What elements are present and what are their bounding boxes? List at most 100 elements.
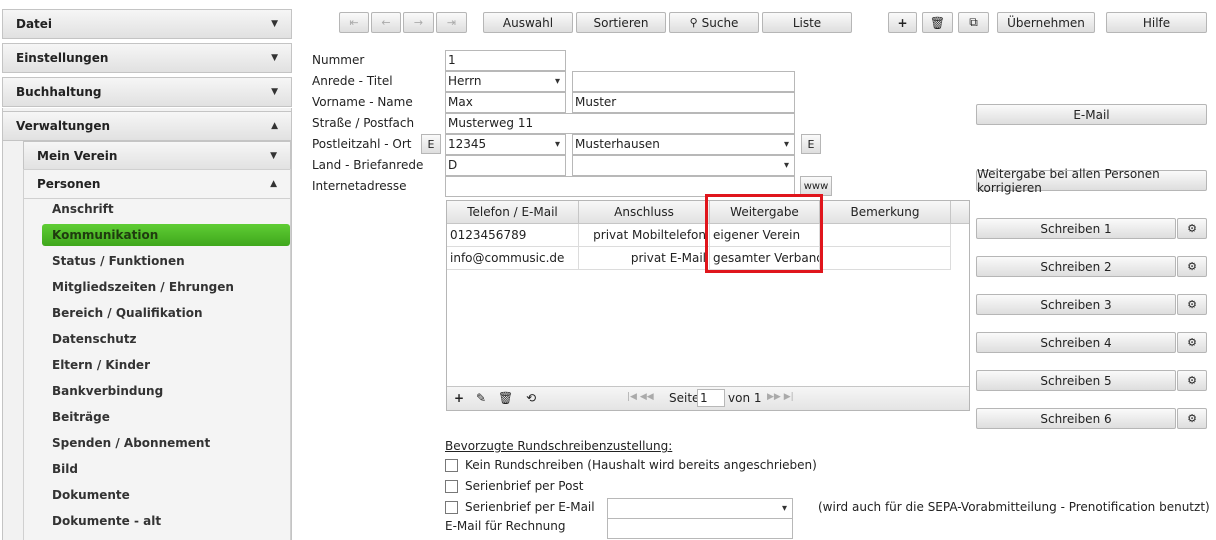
subsection-personen[interactable]: Personen ▲ xyxy=(23,169,291,199)
label-strasse: Straße / Postfach xyxy=(312,116,415,130)
prev-record-icon[interactable]: ← xyxy=(371,12,401,33)
rechnung-label: E-Mail für Rechnung xyxy=(445,519,566,533)
sidebar-item-anschrift[interactable]: Anschrift xyxy=(52,200,114,218)
section-datei[interactable]: Datei ▼ xyxy=(2,9,292,39)
chevron-down-icon: ▾ xyxy=(781,503,787,514)
sidebar-item-bankverbindung[interactable]: Bankverbindung xyxy=(52,382,163,400)
auswahl-button[interactable]: Auswahl xyxy=(483,12,573,33)
subsection-mein-verein[interactable]: Mein Verein ▼ xyxy=(23,141,291,171)
gear-icon[interactable]: ⚙ xyxy=(1177,332,1207,353)
sidebar-item-eltern[interactable]: Eltern / Kinder xyxy=(52,356,150,374)
sidebar-item-status[interactable]: Status / Funktionen xyxy=(52,252,185,270)
liste-button[interactable]: Liste xyxy=(762,12,852,33)
highlight-box xyxy=(705,194,823,273)
refresh-icon[interactable]: ⟲ xyxy=(526,391,536,405)
next-record-icon[interactable]: → xyxy=(403,12,434,33)
gear-icon[interactable]: ⚙ xyxy=(1177,370,1207,391)
land-field[interactable]: D xyxy=(445,155,566,176)
titel-field[interactable] xyxy=(572,71,795,92)
chevron-down-icon: ▼ xyxy=(271,19,278,29)
nummer-field[interactable]: 1 xyxy=(445,50,566,71)
sidebar-item-mitgliedszeiten[interactable]: Mitgliedszeiten / Ehrungen xyxy=(52,278,234,296)
first-record-icon[interactable]: ⇤ xyxy=(339,12,369,33)
chevron-down-icon: ▼ xyxy=(270,151,277,161)
anrede-value: Herrn xyxy=(448,74,482,88)
www-button[interactable]: www xyxy=(800,176,832,196)
label-land: Land - Briefanrede xyxy=(312,158,424,172)
section-verwaltungen[interactable]: Verwaltungen ▲ xyxy=(2,111,292,141)
section-buchhaltung[interactable]: Buchhaltung ▼ xyxy=(2,77,292,107)
sidebar-item-dokumente-alt[interactable]: Dokumente - alt xyxy=(52,512,161,530)
schreiben-1-button[interactable]: Schreiben 1 xyxy=(976,218,1176,239)
last-page-icon[interactable]: ▶▶ ▶| xyxy=(767,392,794,402)
hilfe-button[interactable]: Hilfe xyxy=(1106,12,1207,33)
sidebar-item-bereich[interactable]: Bereich / Qualifikation xyxy=(52,304,203,322)
suche-label: Suche xyxy=(701,15,739,30)
schreiben-2-button[interactable]: Schreiben 2 xyxy=(976,256,1176,277)
sortieren-button[interactable]: Sortieren xyxy=(576,12,666,33)
ort-select[interactable]: Musterhausen ▾ xyxy=(572,134,795,155)
col-header-contact[interactable]: Telefon / E-Mail xyxy=(447,201,579,223)
rechnung-field[interactable] xyxy=(607,518,793,539)
sidebar-item-beitraege[interactable]: Beiträge xyxy=(52,408,110,426)
page-input[interactable]: 1 xyxy=(697,389,725,407)
gear-icon[interactable]: ⚙ xyxy=(1177,218,1207,239)
schreiben-6-button[interactable]: Schreiben 6 xyxy=(976,408,1176,429)
copy-icon[interactable]: ⧉ xyxy=(958,12,989,33)
col-header-bemerkung[interactable]: Bemerkung xyxy=(820,201,951,223)
schreiben-3-button[interactable]: Schreiben 3 xyxy=(976,294,1176,315)
last-record-icon[interactable]: ⇥ xyxy=(436,12,467,33)
uebernehmen-button[interactable]: Übernehmen xyxy=(997,12,1095,33)
edit-icon[interactable]: ✎ xyxy=(476,391,486,405)
serienbrief-email-checkbox[interactable] xyxy=(445,501,458,514)
section-einstellungen[interactable]: Einstellungen ▼ xyxy=(2,43,292,73)
serienbrief-post-label: Serienbrief per Post xyxy=(465,479,584,493)
first-page-icon[interactable]: |◀ ◀◀ xyxy=(627,392,654,402)
table-row[interactable]: info@commusic.de privat E-Mail gesamter … xyxy=(447,247,951,270)
anrede-select[interactable]: Herrn ▾ xyxy=(445,71,566,92)
weitergabe-korrigieren-button[interactable]: Weitergabe bei allen Personen korrigiere… xyxy=(976,167,1207,195)
label-internet: Internetadresse xyxy=(312,179,407,193)
label-anrede: Anrede - Titel xyxy=(312,74,393,88)
sepa-note: (wird auch für die SEPA-Vorabmitteilung … xyxy=(818,500,1210,514)
chevron-up-icon: ▲ xyxy=(271,121,278,131)
cell-anschluss: privat E-Mail xyxy=(579,247,710,269)
section-label: Einstellungen xyxy=(16,51,109,65)
cell-contact: 0123456789 xyxy=(447,224,579,246)
gear-icon[interactable]: ⚙ xyxy=(1177,256,1207,277)
sidebar-item-bild[interactable]: Bild xyxy=(52,460,78,478)
serienbrief-post-checkbox[interactable] xyxy=(445,480,458,493)
email-button[interactable]: E-Mail xyxy=(976,104,1207,125)
kein-rundschreiben-checkbox[interactable] xyxy=(445,459,458,472)
strasse-field[interactable]: Musterweg 11 xyxy=(445,113,795,134)
sidebar-item-spenden[interactable]: Spenden / Abonnement xyxy=(52,434,210,452)
label-plz: Postleitzahl - Ort xyxy=(312,137,412,151)
serienbrief-email-select[interactable]: ▾ xyxy=(607,498,793,519)
ort-e-button[interactable]: E xyxy=(801,134,821,154)
gear-icon[interactable]: ⚙ xyxy=(1177,294,1207,315)
sidebar-item-dokumente[interactable]: Dokumente xyxy=(52,486,130,504)
plz-select[interactable]: 12345 ▾ xyxy=(445,134,566,155)
sidebar-item-datenschutz[interactable]: Datenschutz xyxy=(52,330,137,348)
delete-icon[interactable]: 🗑 xyxy=(498,391,513,405)
vorname-field[interactable]: Max xyxy=(445,92,566,113)
add-row-icon[interactable]: + xyxy=(454,391,464,405)
gear-icon[interactable]: ⚙ xyxy=(1177,408,1207,429)
schreiben-4-button[interactable]: Schreiben 4 xyxy=(976,332,1176,353)
col-header-anschluss[interactable]: Anschluss xyxy=(579,201,710,223)
suche-button[interactable]: ⚲ Suche xyxy=(669,12,759,33)
page-total: von 1 xyxy=(728,391,762,405)
section-label: Verwaltungen xyxy=(16,119,111,133)
sidebar-item-kommunikation[interactable]: Kommunikation xyxy=(42,224,290,246)
cell-bemerkung xyxy=(820,224,951,246)
serienbrief-email-label: Serienbrief per E-Mail xyxy=(465,500,595,514)
table-row[interactable]: 0123456789 privat Mobiltelefon eigener V… xyxy=(447,224,951,247)
name-field[interactable]: Muster xyxy=(572,92,795,113)
add-icon[interactable]: + xyxy=(888,12,917,33)
label-nummer: Nummer xyxy=(312,53,365,67)
schreiben-5-button[interactable]: Schreiben 5 xyxy=(976,370,1176,391)
label-vorname: Vorname - Name xyxy=(312,95,413,109)
delete-icon[interactable]: 🗑 xyxy=(922,12,953,33)
briefanrede-select[interactable]: ▾ xyxy=(572,155,795,176)
plz-e-button[interactable]: E xyxy=(421,134,441,154)
